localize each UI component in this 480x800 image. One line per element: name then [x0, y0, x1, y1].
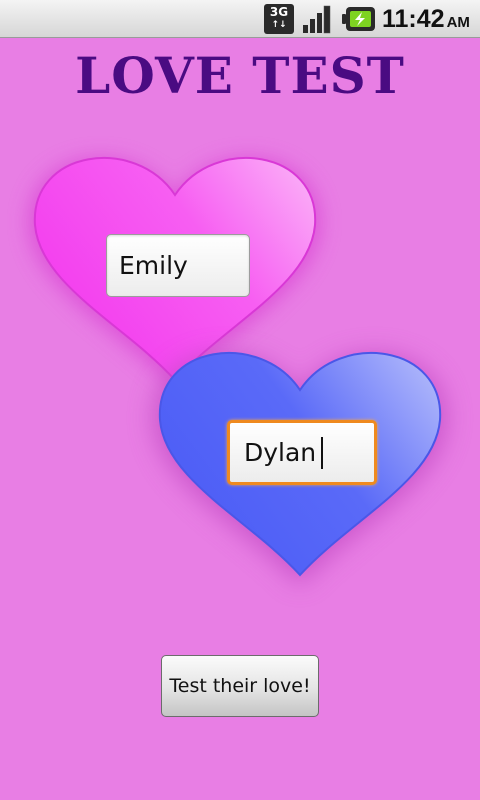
- first-name-input[interactable]: Emily: [106, 234, 250, 297]
- clock-time: 11:42: [382, 5, 445, 33]
- battery-charging-icon: [342, 7, 375, 31]
- status-bar: 3G ↑↓ 11:42 AM: [0, 0, 480, 38]
- page-title: LOVE TEST: [75, 46, 405, 105]
- second-name-value: Dylan: [244, 438, 317, 467]
- network-type-label: 3G: [269, 5, 289, 19]
- first-name-value: Emily: [119, 251, 188, 280]
- signal-strength-icon: [303, 5, 331, 34]
- test-love-button[interactable]: Test their love!: [161, 655, 319, 717]
- second-name-input[interactable]: Dylan: [227, 420, 377, 485]
- network-3g-icon: 3G ↑↓: [264, 4, 294, 34]
- status-clock: 11:42 AM: [382, 5, 470, 34]
- clock-ampm: AM: [446, 14, 470, 31]
- text-cursor: [321, 436, 324, 469]
